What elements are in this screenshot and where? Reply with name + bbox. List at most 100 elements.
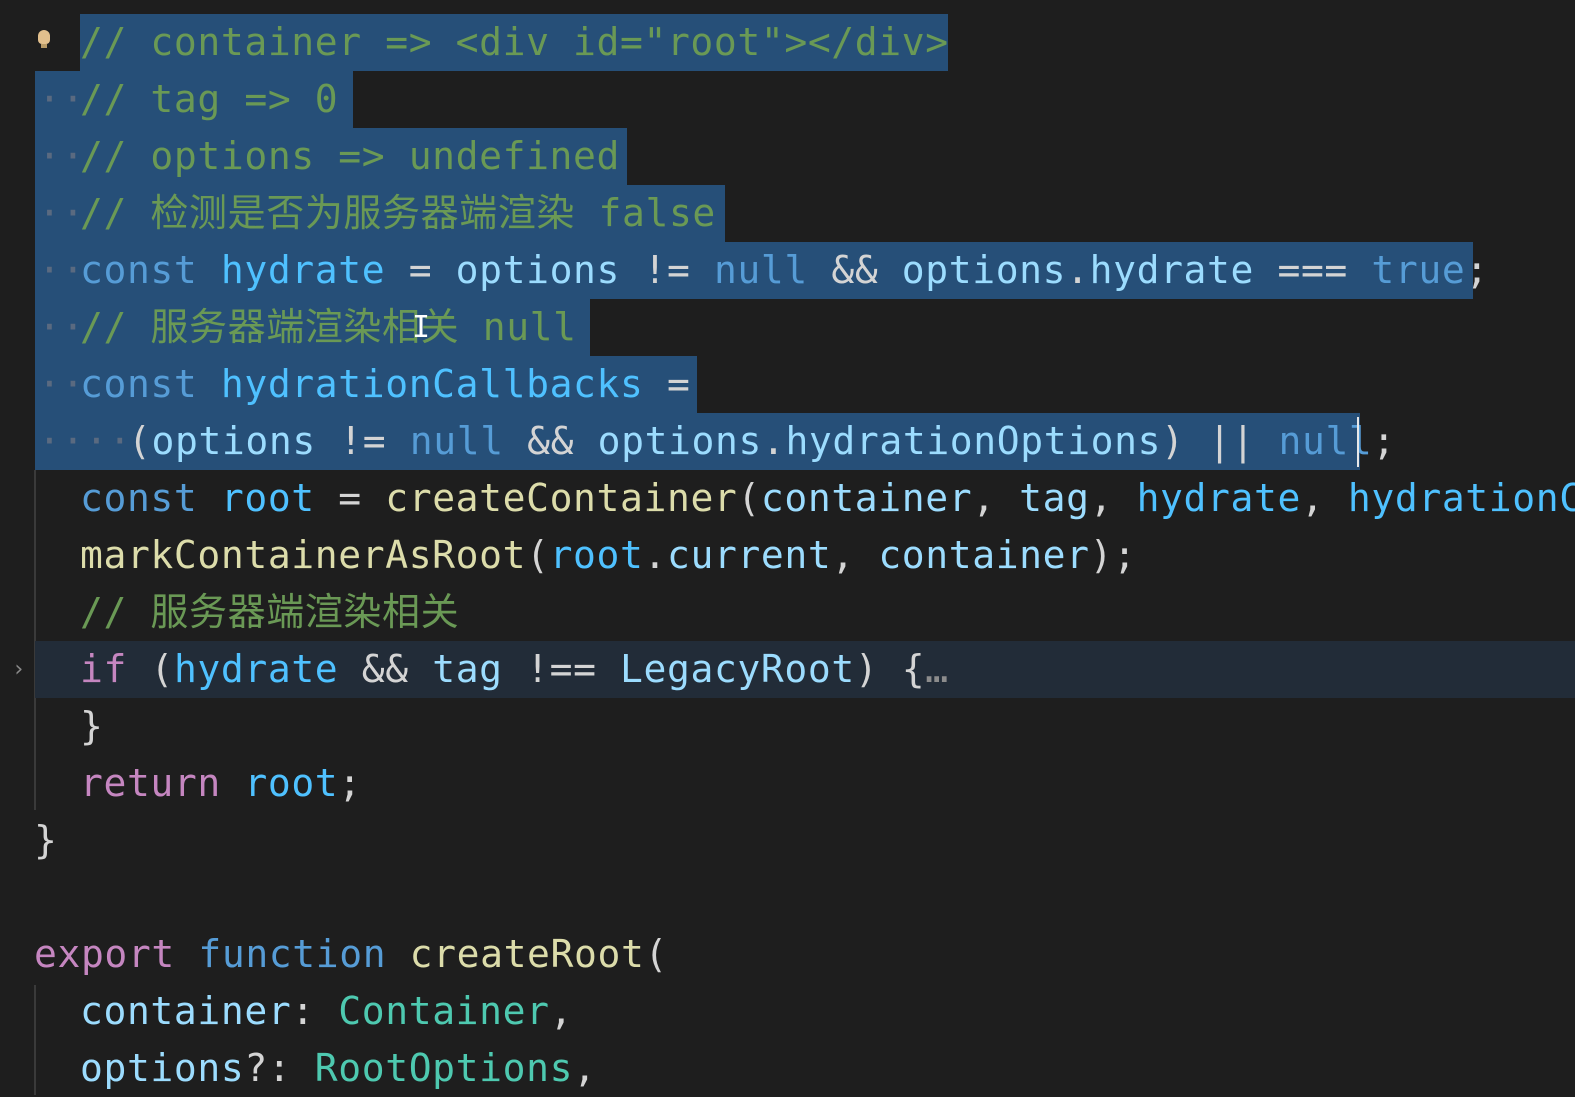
code-token: root	[220, 476, 315, 520]
code-line-6[interactable]: ·· // 服务器端渲染相关 null I	[0, 299, 1575, 356]
code-line-7[interactable]: ·· const hydrationCallbacks =	[0, 356, 1575, 413]
code-line-3[interactable]: ·· // options => undefined	[0, 128, 1575, 185]
code-token: if	[80, 647, 127, 691]
text-cursor	[1357, 417, 1359, 467]
code-line-9[interactable]: const root = createContainer(container, …	[0, 470, 1575, 527]
code-token: container	[878, 533, 1090, 577]
whitespace-dots: ··	[38, 248, 85, 292]
code-token: …	[925, 647, 949, 691]
code-editor[interactable]: // container => <div id="root"></div> ··…	[0, 0, 1575, 1095]
code-token: markContainerAsRoot	[80, 533, 527, 577]
line-code: }	[34, 812, 57, 869]
code-token: tag	[432, 647, 503, 691]
code-token: .	[761, 419, 786, 463]
code-line-14[interactable]: return root;	[0, 755, 1575, 812]
code-token: hydrationCallbacks	[220, 362, 644, 406]
line-code: const hydrationCallbacks =	[80, 356, 690, 413]
code-line-19[interactable]: options?: RootOptions,	[0, 1040, 1575, 1097]
code-token: root	[244, 761, 339, 805]
code-token: options	[455, 248, 621, 292]
code-token: container	[760, 476, 973, 520]
code-token: options	[901, 248, 1067, 292]
code-token: hydrate	[1136, 476, 1301, 520]
lightbulb-icon[interactable]	[38, 30, 50, 48]
code-token: !==	[502, 647, 621, 691]
code-token: ;	[338, 761, 362, 805]
line-code: // container => <div id="root"></div>	[80, 14, 949, 71]
code-token: ,	[573, 1046, 597, 1090]
code-token: :	[291, 989, 339, 1033]
code-line-18[interactable]: container: Container,	[0, 983, 1575, 1040]
code-token: ) {	[854, 647, 926, 691]
code-token: !=	[620, 248, 714, 292]
code-token: // container => <div id="root"></div>	[80, 20, 949, 64]
code-line-13[interactable]: }	[0, 698, 1575, 755]
line-code: container: Container,	[80, 983, 573, 1040]
code-token: ) ||	[1161, 419, 1279, 463]
code-token: &&	[807, 248, 902, 292]
code-token: RootOptions	[314, 1046, 574, 1090]
line-code: export function createRoot(	[34, 926, 668, 983]
line-code: // 检测是否为服务器端渲染 false	[80, 185, 716, 242]
line-code: markContainerAsRoot(root.current, contai…	[80, 527, 1137, 584]
code-line-11[interactable]: // 服务器端渲染相关	[0, 584, 1575, 641]
code-token: // options => undefined	[80, 134, 620, 178]
code-token: true	[1371, 248, 1466, 292]
code-token: options	[151, 419, 316, 463]
code-token: createContainer	[385, 476, 738, 520]
code-token: (	[737, 476, 761, 520]
code-token: root	[549, 533, 644, 577]
code-token: hydrate	[1089, 248, 1254, 292]
code-token: function	[198, 932, 410, 976]
code-line-10[interactable]: markContainerAsRoot(root.current, contai…	[0, 527, 1575, 584]
whitespace-dots: ··	[38, 362, 85, 406]
whitespace-dots: ··	[38, 134, 85, 178]
code-line-1[interactable]: // container => <div id="root"></div>	[0, 14, 1575, 71]
code-token: ,	[1089, 476, 1137, 520]
code-token: .	[1066, 248, 1090, 292]
code-line-16[interactable]	[0, 869, 1575, 926]
code-token: =	[385, 248, 456, 292]
code-token: ,	[972, 476, 1020, 520]
line-code: // 服务器端渲染相关	[80, 584, 459, 641]
code-token: }	[34, 818, 58, 862]
code-token: // 服务器端渲染相关	[80, 590, 460, 634]
line-code: // 服务器端渲染相关 null	[80, 299, 577, 356]
code-line-12[interactable]: › if (hydrate && tag !== LegacyRoot) {…	[0, 641, 1575, 698]
code-token: null	[409, 419, 504, 463]
line-code: options?: RootOptions,	[80, 1040, 597, 1097]
code-token: (	[128, 419, 152, 463]
code-token: !=	[315, 419, 410, 463]
line-code: if (hydrate && tag !== LegacyRoot) {…	[80, 641, 949, 698]
code-token: null	[713, 248, 808, 292]
line-code: }	[80, 698, 103, 755]
code-token: // tag => 0	[80, 77, 339, 121]
code-token: .	[643, 533, 667, 577]
whitespace-dots: ··	[38, 191, 85, 235]
code-line-5[interactable]: ·· const hydrate = options != null && op…	[0, 242, 1575, 299]
code-token: current	[666, 533, 832, 577]
code-token: ;	[1372, 419, 1396, 463]
code-token: createRoot	[409, 932, 645, 976]
code-token: options	[597, 419, 762, 463]
code-token: ===	[1254, 248, 1372, 292]
fold-chevron-icon[interactable]: ›	[12, 641, 25, 698]
code-line-17[interactable]: export function createRoot(	[0, 926, 1575, 983]
code-token: ,	[549, 989, 574, 1033]
code-token: ?:	[244, 1046, 315, 1090]
code-token: const	[80, 248, 221, 292]
code-token: Container	[338, 989, 550, 1033]
code-token: ,	[831, 533, 879, 577]
code-token: &&	[503, 419, 598, 463]
code-line-15[interactable]: }	[0, 812, 1575, 869]
code-token: =	[314, 476, 386, 520]
code-token: export	[34, 932, 199, 976]
code-token: hydrationOptions	[785, 419, 1162, 463]
code-token: );	[1089, 533, 1137, 577]
line-code: // options => undefined	[80, 128, 620, 185]
code-line-2[interactable]: ·· // tag => 0	[0, 71, 1575, 128]
code-token: const	[80, 362, 221, 406]
line-code: const hydrate = options != null && optio…	[80, 242, 1489, 299]
code-line-4[interactable]: ·· // 检测是否为服务器端渲染 false	[0, 185, 1575, 242]
code-line-8[interactable]: ···· (options != null && options.hydrati…	[0, 413, 1575, 470]
